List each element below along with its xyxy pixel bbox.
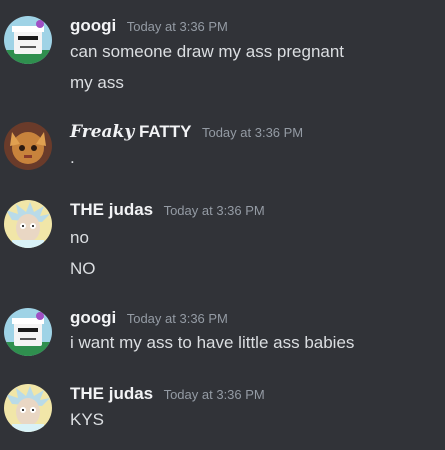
timestamp: Today at 3:36 PM bbox=[163, 203, 265, 218]
avatar[interactable] bbox=[4, 308, 52, 356]
username[interactable]: THE judas bbox=[70, 200, 153, 219]
avatar-image-icon bbox=[4, 200, 52, 248]
avatar[interactable] bbox=[4, 16, 52, 64]
message-text: NO bbox=[70, 259, 96, 278]
avatar-image-icon bbox=[4, 122, 52, 170]
message-text: can someone draw my ass pregnant bbox=[70, 42, 345, 61]
timestamp: Today at 3:36 PM bbox=[201, 125, 304, 140]
message-text: no bbox=[70, 228, 89, 247]
message-header: THE judas Today at 3:36 PM bbox=[70, 200, 265, 226]
message-text: i want my ass to have little ass babies bbox=[70, 333, 355, 352]
avatar[interactable] bbox=[4, 384, 52, 432]
avatar-image-icon bbox=[4, 384, 52, 432]
message-text: . bbox=[70, 148, 75, 167]
message-header: googi Today at 3:36 PM bbox=[70, 308, 228, 334]
username-rest: FATTY bbox=[134, 122, 192, 141]
avatar[interactable] bbox=[4, 200, 52, 248]
avatar-image-icon bbox=[4, 308, 52, 356]
username[interactable]: googi bbox=[70, 308, 116, 327]
username[interactable]: googi bbox=[70, 16, 116, 35]
username-stylized: Freaky bbox=[70, 122, 135, 142]
message-text: my ass bbox=[70, 73, 124, 92]
username[interactable]: Freaky FATTY bbox=[70, 122, 192, 142]
avatar[interactable] bbox=[4, 122, 52, 170]
username[interactable]: THE judas bbox=[70, 384, 153, 403]
avatar-image-icon bbox=[4, 16, 52, 64]
timestamp: Today at 3:36 PM bbox=[126, 311, 228, 326]
timestamp: Today at 3:36 PM bbox=[163, 387, 265, 402]
message-header: THE judas Today at 3:36 PM bbox=[70, 384, 265, 410]
message-header: Freaky FATTY Today at 3:36 PM bbox=[70, 122, 303, 148]
message-text: KYS bbox=[70, 410, 105, 429]
timestamp: Today at 3:36 PM bbox=[126, 19, 228, 34]
message-header: googi Today at 3:36 PM bbox=[70, 16, 228, 42]
